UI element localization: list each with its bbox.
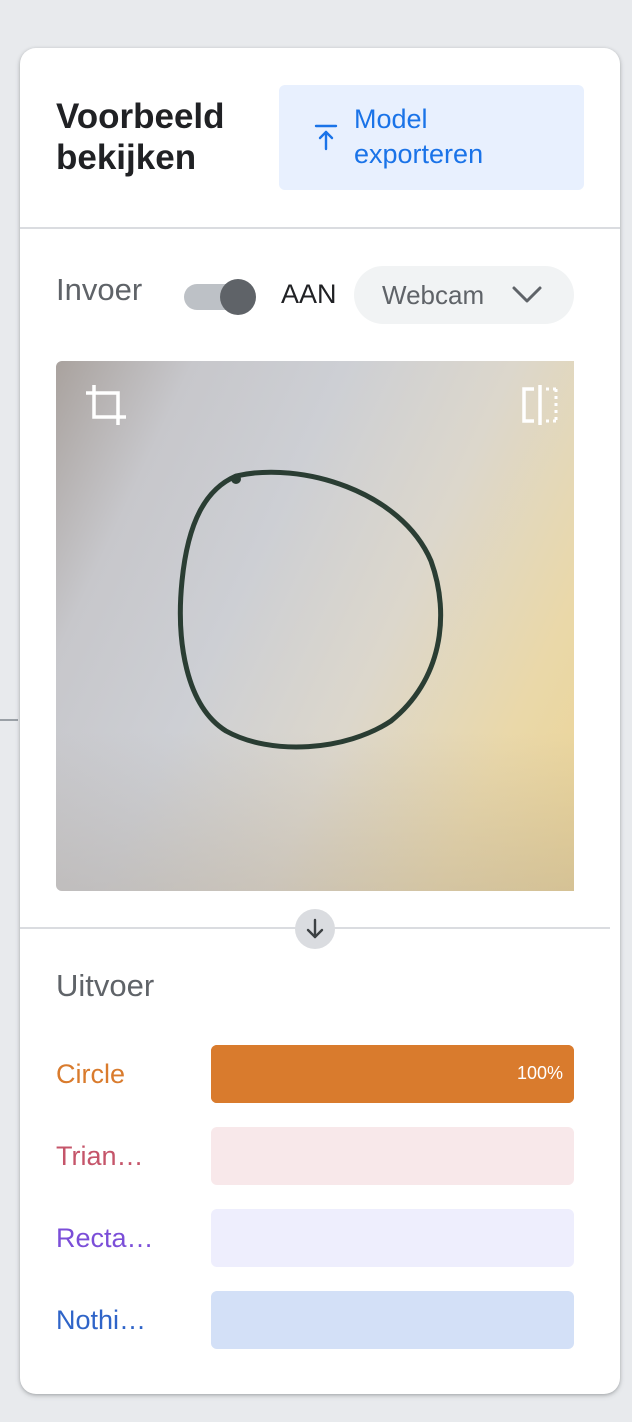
class-row: Recta…: [20, 1209, 620, 1267]
background-divider: [0, 719, 18, 721]
input-label: Invoer: [56, 272, 143, 307]
header-divider: [20, 227, 620, 229]
confidence-bar: [211, 1291, 574, 1349]
export-model-button[interactable]: Model exporteren: [279, 85, 584, 190]
panel-header: Voorbeeld bekijken Model exporteren: [20, 48, 620, 228]
class-label: Recta…: [56, 1223, 154, 1253]
chevron-down-icon: [512, 286, 542, 303]
confidence-bar: [211, 1127, 574, 1185]
arrow-down-icon: [295, 909, 335, 949]
class-label: Trian…: [56, 1141, 144, 1171]
export-label-line1: Model: [354, 104, 428, 134]
export-model-label: Model exporteren: [354, 102, 554, 172]
confidence-bar: 100%: [211, 1045, 574, 1103]
webcam-preview: [56, 361, 574, 891]
toggle-knob: [220, 279, 256, 315]
page-title: Voorbeeld bekijken: [56, 96, 276, 178]
input-source-dropdown[interactable]: Webcam: [354, 266, 574, 324]
upload-icon: [314, 124, 338, 151]
output-title: Uitvoer: [56, 968, 155, 1003]
class-label: Circle: [56, 1059, 126, 1089]
drawn-circle-image: [177, 469, 444, 750]
input-source-value: Webcam: [382, 280, 485, 310]
class-row: Circle 100%: [20, 1045, 620, 1103]
flip-icon[interactable]: [520, 383, 560, 427]
page-title-line2: bekijken: [56, 138, 197, 177]
toggle-state-label: AAN: [281, 279, 337, 309]
class-row: Nothi…: [20, 1291, 620, 1349]
confidence-percent: 100%: [516, 1063, 563, 1083]
export-label-line2: exporteren: [354, 139, 484, 169]
class-row: Trian…: [20, 1127, 620, 1185]
input-controls: Invoer AAN Webcam: [20, 230, 620, 350]
confidence-bar: [211, 1209, 574, 1267]
input-toggle[interactable]: [184, 279, 256, 315]
crop-icon[interactable]: [82, 381, 130, 429]
class-label: Nothi…: [56, 1305, 147, 1335]
preview-panel: Voorbeeld bekijken Model exporteren Invo…: [20, 48, 620, 1394]
page-title-line1: Voorbeeld: [56, 97, 225, 136]
